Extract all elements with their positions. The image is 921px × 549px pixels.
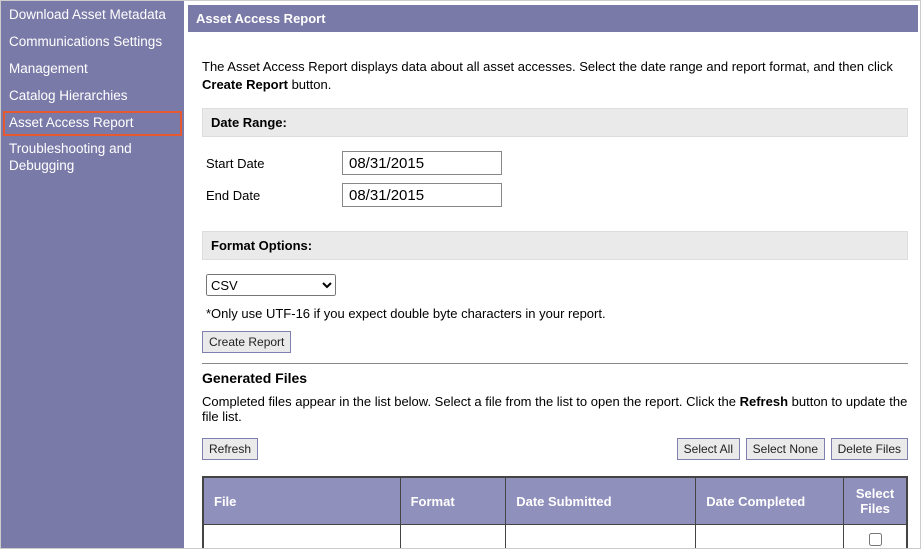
cell-format [400,525,506,548]
sidebar-item-troubleshooting-and-debugging[interactable]: Troubleshooting and Debugging [3,137,182,180]
end-date-input[interactable] [342,183,502,207]
files-table: File Format Date Submitted Date Complete… [202,476,908,548]
start-date-label: Start Date [202,156,342,171]
refresh-button[interactable]: Refresh [202,438,258,460]
tab-asset-access-report[interactable]: Asset Access Report [188,5,918,32]
col-date-submitted: Date Submitted [506,477,696,525]
format-options-heading: Format Options: [202,231,908,260]
intro-suffix: button. [288,77,331,92]
create-report-row: Create Report [202,331,908,353]
generated-files-title: Generated Files [202,370,908,386]
cell-date-submitted [506,525,696,548]
select-none-button[interactable]: Select None [746,438,825,460]
col-file: File [203,477,400,525]
gen-desc-prefix: Completed files appear in the list below… [202,394,740,409]
start-date-input[interactable] [342,151,502,175]
main-panel: Asset Access Report The Asset Access Rep… [184,1,920,548]
intro-bold: Create Report [202,77,288,92]
sidebar-item-management[interactable]: Management [3,57,182,83]
sidebar: Download Asset MetadataCommunications Se… [1,1,184,548]
end-date-row: End Date [202,183,908,207]
format-hint: *Only use UTF-16 if you expect double by… [206,306,908,321]
cell-file[interactable] [203,525,400,548]
create-report-button[interactable]: Create Report [202,331,291,353]
intro-prefix: The Asset Access Report displays data ab… [202,59,893,74]
sidebar-item-download-asset-metadata[interactable]: Download Asset Metadata [3,3,182,29]
select-all-button[interactable]: Select All [677,438,740,460]
generated-files-desc: Completed files appear in the list below… [202,394,908,424]
delete-files-button[interactable]: Delete Files [831,438,908,460]
separator [202,363,908,364]
files-toolbar: Refresh Select All Select None Delete Fi… [202,438,908,460]
row-select-checkbox[interactable] [869,533,882,546]
table-row [203,525,907,548]
files-table-header-row: File Format Date Submitted Date Complete… [203,477,907,525]
tab-bar: Asset Access Report [184,1,920,32]
right-buttons: Select All Select None Delete Files [675,438,908,460]
date-range-heading: Date Range: [202,108,908,137]
col-format: Format [400,477,506,525]
intro-text: The Asset Access Report displays data ab… [202,58,908,94]
cell-select [844,525,907,548]
left-buttons: Refresh [202,438,258,460]
format-row: CSV [202,274,908,296]
end-date-label: End Date [202,188,342,203]
format-select[interactable]: CSV [206,274,336,296]
sidebar-item-catalog-hierarchies[interactable]: Catalog Hierarchies [3,84,182,110]
col-select-files: Select Files [844,477,907,525]
app-root: Download Asset MetadataCommunications Se… [0,0,921,549]
col-date-completed: Date Completed [696,477,844,525]
gen-desc-bold: Refresh [740,394,788,409]
content: The Asset Access Report displays data ab… [184,32,920,548]
sidebar-item-communications-settings[interactable]: Communications Settings [3,30,182,56]
sidebar-item-asset-access-report[interactable]: Asset Access Report [3,111,182,137]
cell-date-completed [696,525,844,548]
start-date-row: Start Date [202,151,908,175]
